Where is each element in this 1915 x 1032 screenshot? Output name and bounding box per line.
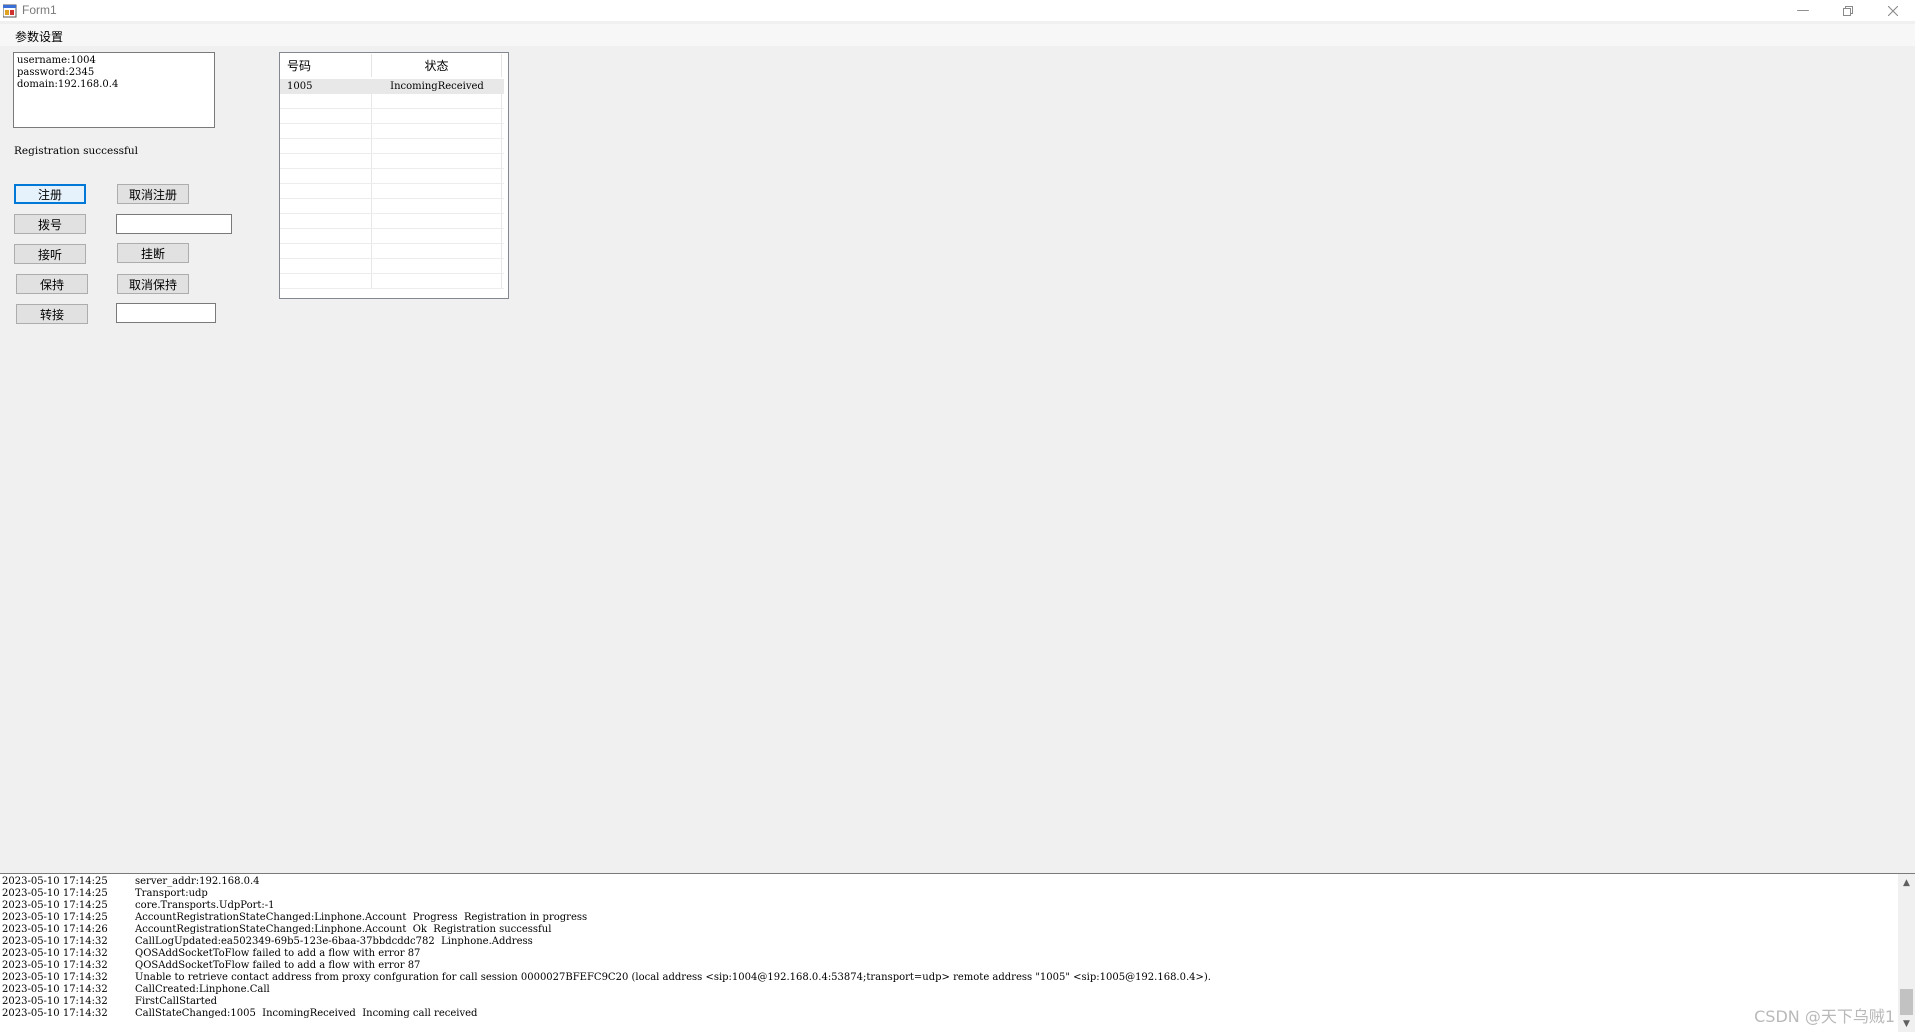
log-scrollbar[interactable]: ▲ ▼ — [1898, 874, 1915, 1032]
log-line: 2023-05-10 17:14:32 CallLogUpdated:ea5023… — [2, 936, 533, 947]
minimize-icon: — — [1796, 3, 1810, 18]
unregister-button[interactable]: 取消注册 — [117, 184, 189, 204]
answer-button[interactable]: 接听 — [14, 244, 86, 264]
hold-button[interactable]: 保持 — [16, 274, 88, 294]
empty-row — [280, 214, 504, 229]
restore-icon — [1843, 5, 1853, 16]
empty-row — [280, 199, 504, 214]
empty-row — [280, 124, 504, 139]
scroll-thumb[interactable] — [1900, 989, 1913, 1015]
window-title: Form1 — [22, 3, 57, 17]
table-row[interactable]: 1005 IncomingReceived — [280, 79, 504, 94]
log-line: 2023-05-10 17:14:25 server_addr:192.168.0… — [2, 876, 260, 887]
scroll-up-icon[interactable]: ▲ — [1898, 874, 1915, 891]
registration-status: Registration successful — [14, 145, 138, 157]
dial-number-input[interactable] — [116, 214, 232, 234]
empty-row — [280, 274, 504, 289]
empty-row — [280, 184, 504, 199]
menu-bar: 参数设置 — [0, 24, 1915, 46]
empty-row — [280, 109, 504, 124]
param-username: username:1004 — [17, 55, 96, 66]
title-bar: Form1 — — [0, 0, 1915, 21]
param-password: password:2345 — [17, 67, 95, 78]
log-line: 2023-05-10 17:14:25 Transport:udp — [2, 888, 208, 899]
log-line: 2023-05-10 17:14:32 QOSAddSocketToFlow fa… — [2, 960, 421, 971]
log-textbox[interactable]: 2023-05-10 17:14:25 server_addr:192.168.0… — [0, 873, 1915, 1032]
log-line: 2023-05-10 17:14:32 QOSAddSocketToFlow fa… — [2, 948, 421, 959]
log-line: 2023-05-10 17:14:25 AccountRegistrationSt… — [2, 912, 588, 923]
app-icon — [3, 4, 17, 18]
empty-row — [280, 94, 504, 109]
transfer-button[interactable]: 转接 — [16, 304, 88, 324]
scroll-down-icon[interactable]: ▼ — [1898, 1015, 1915, 1032]
cell-state: IncomingReceived — [390, 81, 484, 92]
log-line: 2023-05-10 17:14:32 FirstCallStarted — [2, 996, 218, 1007]
params-textbox[interactable]: username:1004 password:2345 domain:192.1… — [13, 52, 215, 128]
empty-row — [280, 169, 504, 184]
column-header-number[interactable]: 号码 — [280, 54, 372, 77]
empty-row — [280, 259, 504, 274]
log-line: 2023-05-10 17:14:32 CallStateChanged:1005… — [2, 1008, 478, 1019]
empty-row — [280, 229, 504, 244]
restore-button[interactable] — [1826, 0, 1870, 21]
register-button[interactable]: 注册 — [14, 184, 86, 204]
transfer-number-input[interactable] — [116, 303, 216, 323]
close-icon — [1888, 5, 1898, 16]
calls-grid[interactable]: 号码 状态 1005 IncomingReceived — [279, 52, 509, 299]
hangup-button[interactable]: 挂断 — [117, 243, 189, 263]
empty-row — [280, 244, 504, 259]
menu-item-settings[interactable]: 参数设置 — [15, 28, 63, 45]
minimize-button[interactable]: — — [1781, 0, 1825, 21]
param-domain: domain:192.168.0.4 — [17, 79, 119, 90]
watermark: CSDN @天下乌贼1 — [1754, 1007, 1895, 1026]
close-button[interactable] — [1871, 0, 1915, 21]
column-header-state[interactable]: 状态 — [372, 54, 502, 77]
empty-row — [280, 139, 504, 154]
unhold-button[interactable]: 取消保持 — [117, 274, 189, 294]
cell-number: 1005 — [287, 81, 313, 92]
log-line: 2023-05-10 17:14:32 CallCreated:Linphone.… — [2, 984, 270, 995]
log-line: 2023-05-10 17:14:25 core.Transports.UdpPo… — [2, 900, 275, 911]
empty-row — [280, 154, 504, 169]
dial-button[interactable]: 拨号 — [14, 214, 86, 234]
log-line: 2023-05-10 17:14:32 Unable to retrieve co… — [2, 972, 1211, 983]
log-line: 2023-05-10 17:14:26 AccountRegistrationSt… — [2, 924, 552, 935]
